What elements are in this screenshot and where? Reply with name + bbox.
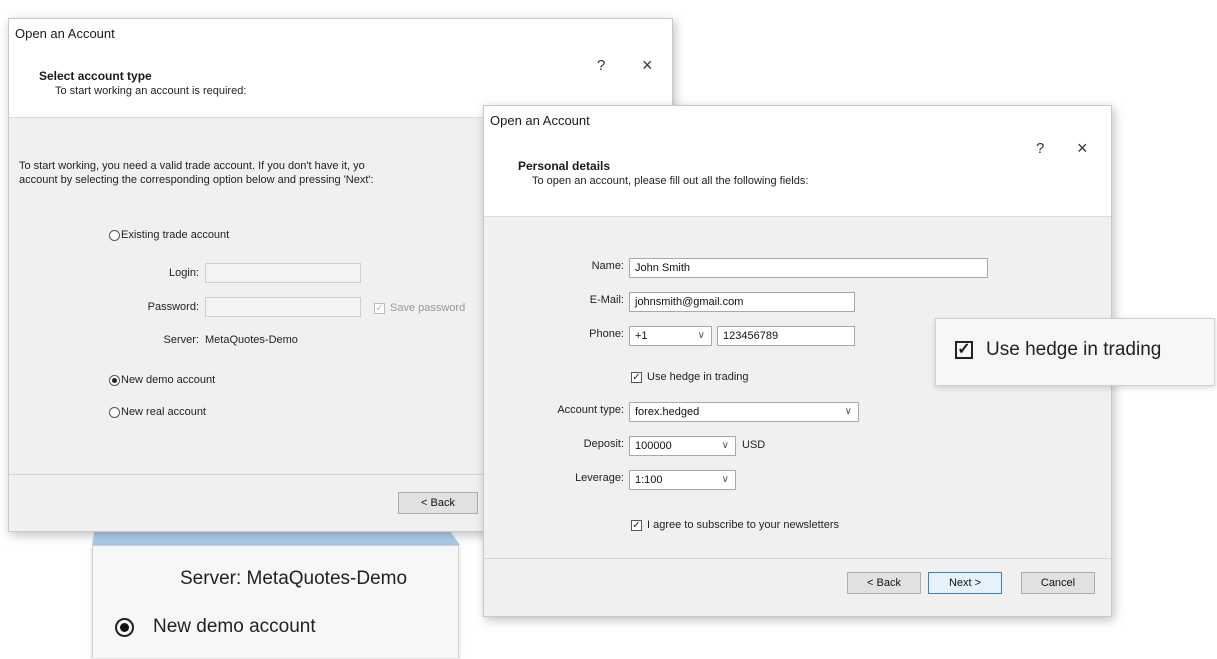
login-label: Login: <box>169 267 199 279</box>
hedge-callout-checkbox: ✓ <box>955 341 973 359</box>
leverage-select[interactable]: 1:100 ∨ <box>629 470 736 490</box>
back-button[interactable]: < Back <box>398 492 478 514</box>
chevron-down-icon: ∨ <box>721 440 729 451</box>
account-type-value: forex.hedged <box>635 406 700 418</box>
deposit-label: Deposit: <box>583 438 624 450</box>
next-button[interactable]: Next > <box>928 572 1002 594</box>
chevron-down-icon: ∨ <box>844 406 852 417</box>
dialog-title: Open an Account <box>490 113 590 128</box>
email-label: E-Mail: <box>589 294 624 306</box>
phone-number-input[interactable]: 123456789 <box>717 326 855 346</box>
deposit-currency: USD <box>742 439 766 451</box>
dialog-subheading: To open an account, please fill out all … <box>532 175 809 187</box>
password-label: Password: <box>147 301 199 313</box>
phone-label: Phone: <box>589 328 624 340</box>
dialog-title: Open an Account <box>15 26 115 41</box>
hedge-label[interactable]: Use hedge in trading <box>647 371 749 383</box>
hedge-callout-label: Use hedge in trading <box>986 339 1162 360</box>
phone-code-select[interactable]: +1 ∨ <box>629 326 712 346</box>
phone-code-value: +1 <box>635 330 648 342</box>
deposit-select[interactable]: 100000 ∨ <box>629 436 736 456</box>
chevron-down-icon: ∨ <box>721 474 729 485</box>
close-icon[interactable]: × <box>642 55 653 76</box>
demo-callout: Server: MetaQuotes-Demo New demo account <box>92 545 459 658</box>
dialog-heading: Personal details <box>518 159 611 173</box>
demo-callout-server: Server: MetaQuotes-Demo <box>180 568 408 589</box>
back-button[interactable]: < Back <box>847 572 921 594</box>
close-icon[interactable]: × <box>1077 138 1088 159</box>
chevron-down-icon: ∨ <box>697 330 705 341</box>
help-icon[interactable]: ? <box>1036 140 1044 157</box>
name-input[interactable]: John Smith <box>629 258 988 278</box>
save-password-checkbox[interactable]: ✓ <box>374 303 385 314</box>
existing-account-radio[interactable] <box>109 230 120 241</box>
footer-separator <box>484 558 1111 559</box>
newsletter-checkbox[interactable]: ✓ <box>631 520 642 531</box>
email-input[interactable]: johnsmith@gmail.com <box>629 292 855 312</box>
newsletter-label[interactable]: I agree to subscribe to your newsletters <box>647 519 839 531</box>
dialog-titlebar: Open an Account <box>484 106 1111 136</box>
hedge-checkbox[interactable]: ✓ <box>631 372 642 383</box>
new-demo-radio[interactable] <box>109 375 120 386</box>
password-input[interactable] <box>205 297 361 317</box>
new-real-label[interactable]: New real account <box>121 406 206 418</box>
dialog-subheading: To start working an account is required: <box>55 85 247 97</box>
login-input[interactable] <box>205 263 361 283</box>
save-password-label: Save password <box>390 302 466 314</box>
intro-text-line2: account by selecting the corresponding o… <box>19 174 374 186</box>
leverage-label: Leverage: <box>575 472 624 484</box>
name-label: Name: <box>591 260 624 272</box>
account-type-label: Account type: <box>557 404 624 416</box>
dialog-heading: Select account type <box>39 69 152 83</box>
leverage-value: 1:100 <box>635 474 663 486</box>
account-type-select[interactable]: forex.hedged ∨ <box>629 402 859 422</box>
server-value: MetaQuotes-Demo <box>205 334 298 346</box>
demo-callout-label: New demo account <box>153 616 316 637</box>
server-label: Server: <box>163 334 199 346</box>
deposit-value: 100000 <box>635 440 672 452</box>
help-icon[interactable]: ? <box>597 57 605 74</box>
dialog-header: Personal details To open an account, ple… <box>484 136 1111 217</box>
intro-text-line1: To start working, you need a valid trade… <box>19 160 365 172</box>
demo-callout-radio <box>115 618 134 637</box>
cancel-button[interactable]: Cancel <box>1021 572 1095 594</box>
existing-account-label[interactable]: Existing trade account <box>121 229 229 241</box>
dialog-titlebar: Open an Account <box>9 19 672 49</box>
hedge-callout: ✓ Use hedge in trading <box>935 318 1215 386</box>
new-demo-label[interactable]: New demo account <box>121 374 215 386</box>
new-real-radio[interactable] <box>109 407 120 418</box>
